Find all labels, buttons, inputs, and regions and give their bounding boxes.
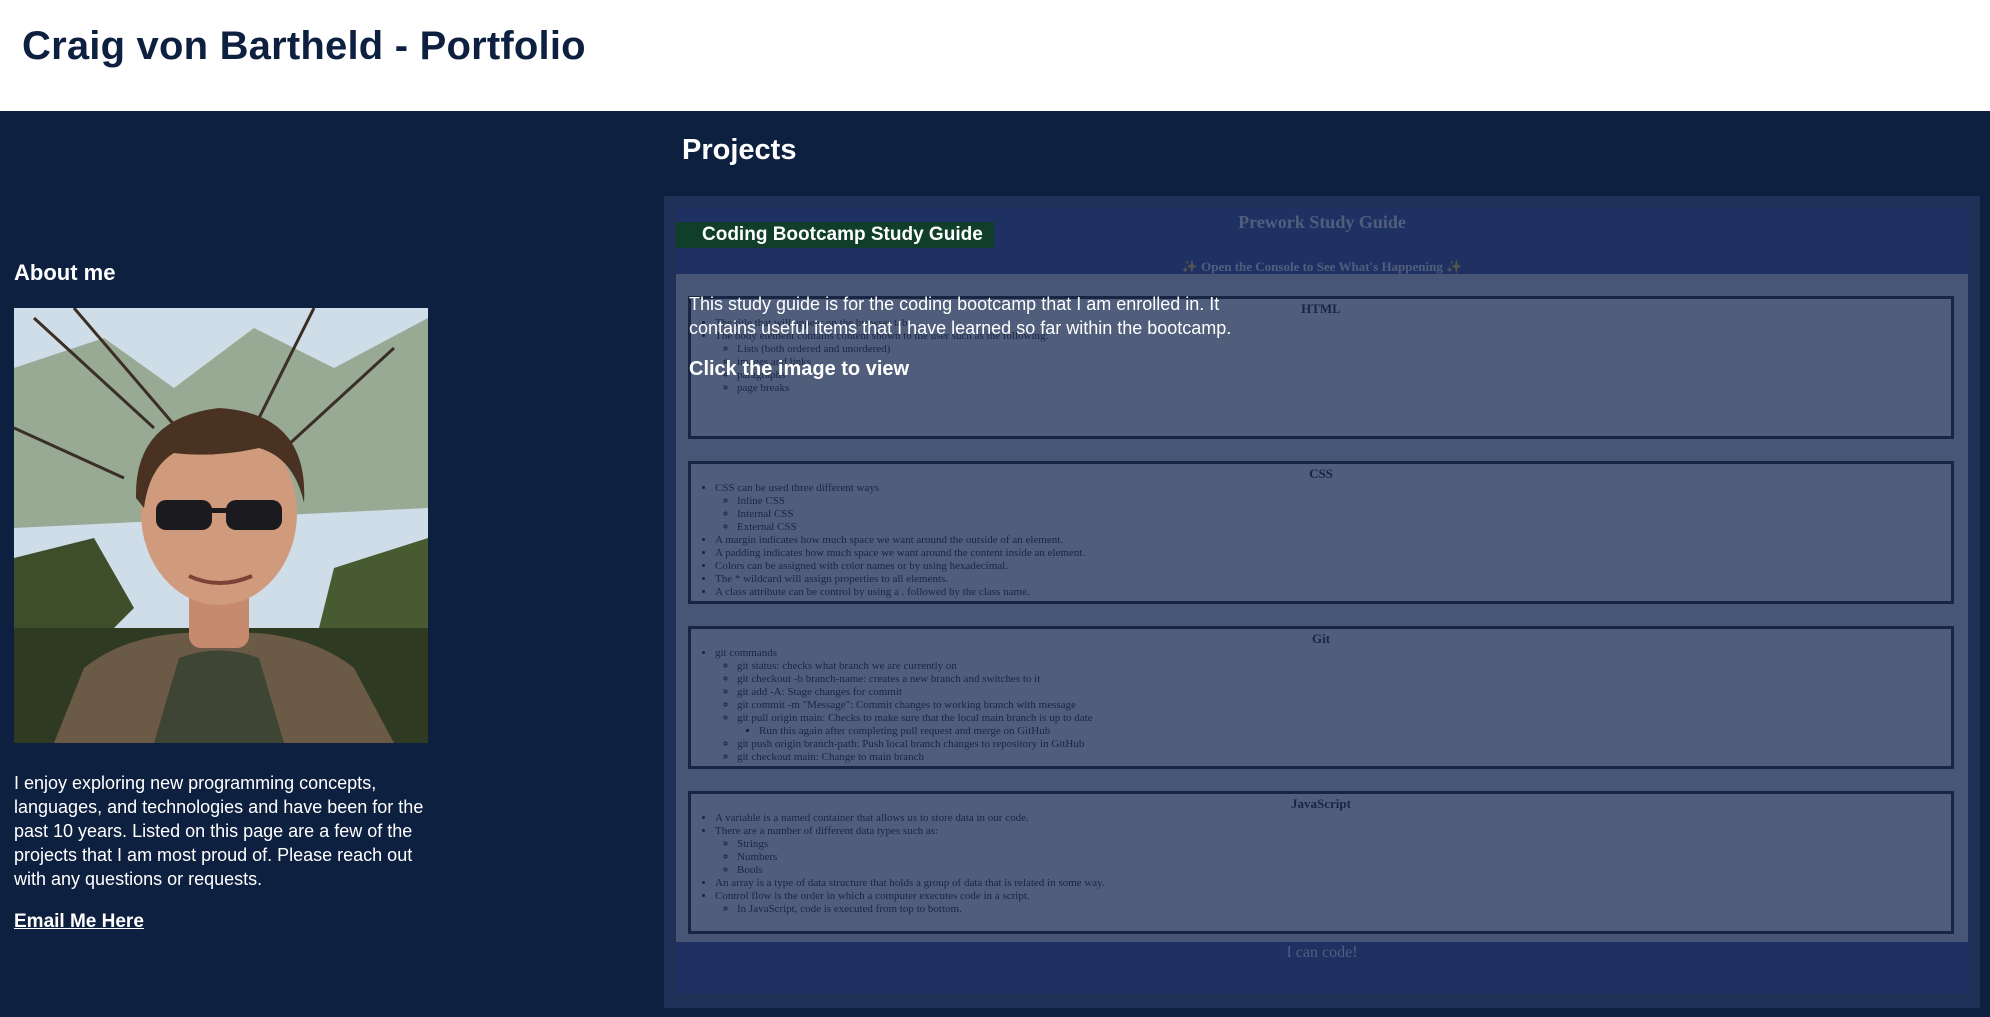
preview-item: Internal CSS (737, 508, 1951, 521)
preview-item: External CSS (737, 521, 1951, 534)
preview-item: images and links (737, 356, 1951, 369)
preview-item: A padding indicates how much space we wa… (715, 547, 1951, 560)
preview-item: page breaks (737, 382, 1951, 395)
preview-item: git commit -m "Message": Commit changes … (737, 699, 1951, 712)
preview-section-git: Git git commands git status: checks what… (688, 626, 1954, 769)
preview-item: The * wildcard will assign properties to… (715, 573, 1951, 586)
profile-photo-illustration (14, 308, 428, 743)
about-section: About me I enjoy exploring new programmi… (14, 260, 434, 933)
preview-item: In JavaScript, code is executed from top… (737, 903, 1951, 916)
preview-item: A margin indicates how much space we wan… (715, 534, 1951, 547)
preview-item: git checkout -b branch-name: creates a n… (737, 673, 1951, 686)
preview-item: git push origin branch-path: Push local … (737, 738, 1951, 751)
about-bio: I enjoy exploring new programming concep… (14, 773, 424, 889)
preview-item: git checkout main: Change to main branch (737, 751, 1951, 764)
preview-item: Colors can be assigned with color names … (715, 560, 1951, 573)
projects-heading: Projects (682, 134, 797, 166)
preview-section-title: Git (1311, 631, 1331, 646)
site-header: Craig von Bartheld - Portfolio (0, 0, 1990, 111)
preview-item: A class attribute can be control by usin… (715, 586, 1951, 599)
preview-item: paragraphs (737, 369, 1951, 382)
preview-item: git add -A: Stage changes for commit (737, 686, 1951, 699)
preview-item: git pull origin main: Checks to make sur… (737, 712, 1951, 725)
project-view-cta[interactable]: Click the image to view (689, 358, 909, 381)
project-description: This study guide is for the coding bootc… (689, 294, 1232, 338)
preview-item: git commands (715, 647, 1951, 660)
site-title: Craig von Bartheld - Portfolio (22, 24, 586, 68)
preview-item: An array is a type of data structure tha… (715, 877, 1951, 890)
preview-section-javascript: JavaScript A variable is a named contain… (688, 791, 1954, 934)
preview-item: git status: checks what branch we are cu… (737, 660, 1951, 673)
preview-item: Inline CSS (737, 495, 1951, 508)
preview-item: A variable is a named container that all… (715, 812, 1951, 825)
profile-photo (14, 308, 428, 743)
preview-item: Run this again after completing pull req… (759, 725, 1951, 738)
about-heading: About me (14, 260, 116, 285)
preview-footer: I can code! (676, 942, 1968, 994)
preview-section-css: CSS CSS can be used three different ways… (688, 461, 1954, 604)
preview-item: There are a number of different data typ… (715, 825, 1951, 838)
preview-item: Strings (737, 838, 1951, 851)
preview-item: Control flow is the order in which a com… (715, 890, 1951, 903)
preview-item: CSS can be used three different ways (715, 482, 1951, 495)
preview-item: Bools (737, 864, 1951, 877)
preview-section-title: JavaScript (1291, 796, 1351, 811)
email-me-link[interactable]: Email Me Here (14, 911, 144, 933)
preview-item: Numbers (737, 851, 1951, 864)
preview-item: Lists (both ordered and unordered) (737, 343, 1951, 356)
project-name-tag: Coding Bootcamp Study Guide (676, 222, 994, 248)
preview-section-title: CSS (1309, 466, 1333, 481)
